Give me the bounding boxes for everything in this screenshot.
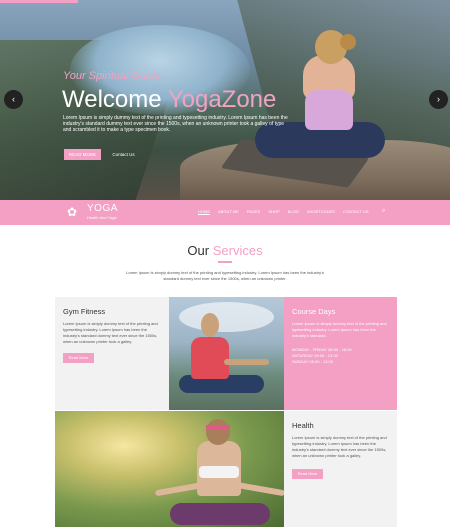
services-heading: Our Services [0,243,450,258]
meadow-woman-headband [206,425,230,429]
nav-item-shop[interactable]: SHOP [268,209,279,215]
hero-slider: Your Spiritual Guide Welcome YogaZone Lo… [0,0,450,200]
gym-fitness-title: Gym Fitness [63,307,106,316]
gym-fitness-card: Gym Fitness Lorem Ipsum is simply dummy … [55,297,169,410]
course-hours: MONDAY - FRIDAY 08.00 - 16.00 SATURDAY 0… [292,347,352,365]
logo-tagline: Health And Yoga [87,215,117,220]
main-nav: ✿ YOGA Health And Yoga HOME ABOUT ME PAG… [0,200,450,225]
nav-item-shortcodes[interactable]: SHORTCODES [307,209,335,215]
hero-title: Welcome YogaZone [62,86,276,114]
hero-read-more-button[interactable]: READ MORE [64,149,101,160]
services-underline [218,261,232,263]
nav-item-home[interactable]: HOME [198,209,210,215]
meadow-woman-legs [170,503,270,525]
image-woman-body [191,337,229,379]
hero-woman-top [305,90,353,130]
image-cloud [179,302,274,332]
nav-item-pages[interactable]: PAGES [247,209,261,215]
meadow-woman-arm-right [234,481,284,497]
services-title-accent: Services [212,243,263,258]
hero-subtitle: Your Spiritual Guide [63,70,161,82]
health-read-more-button[interactable]: Read More [292,469,323,479]
services-title-prefix: Our [187,243,210,258]
health-card: Health Lorem Ipsum is simply dummy text … [284,411,397,527]
hero-title-prefix: Welcome [62,86,162,113]
health-title: Health [292,421,314,430]
hero-title-brand: YogaZone [167,86,277,113]
slider-prev-arrow-icon[interactable]: ‹ [4,90,23,109]
course-days-text: Lorem Ipsum is simply dummy text of the … [292,321,387,338]
health-text: Lorem Ipsum is simply dummy text of the … [292,435,387,458]
nav-menu: HOME ABOUT ME PAGES SHOP BLOG SHORTCODES… [198,209,369,215]
gym-fitness-text: Lorem Ipsum is simply dummy text of the … [63,321,158,344]
nav-item-contact[interactable]: CONTACT US [343,209,369,215]
hero-woman-bun [340,34,356,50]
hero-description: Lorem Ipsum is simply dummy text of the … [63,115,288,133]
services-description: Lorem Ipsum is simply dummy text of the … [126,270,324,281]
meadow-woman-top [199,466,239,478]
meadow-woman-head [206,419,230,445]
yoga-meadow-image [55,411,284,527]
image-woman-head [201,313,219,337]
course-days-title: Course Days [292,307,336,316]
lotus-logo-icon[interactable]: ✿ [61,205,83,219]
logo-text[interactable]: YOGA [87,203,118,214]
nav-item-blog[interactable]: BLOG [288,209,299,215]
course-hours-sunday: SUNDAY 09.00 - 13.00 [292,359,333,364]
slider-next-arrow-icon[interactable]: › [429,90,448,109]
search-icon[interactable]: ⌕ [382,208,385,215]
course-days-card: Course Days Lorem Ipsum is simply dummy … [284,297,397,410]
yoga-lake-image [169,297,284,410]
hero-contact-button[interactable]: Contact Us [105,149,142,160]
gym-read-more-button[interactable]: Read More [63,353,94,363]
top-accent-bar [0,0,78,3]
nav-item-about[interactable]: ABOUT ME [218,209,239,215]
image-woman-arm [224,359,269,365]
